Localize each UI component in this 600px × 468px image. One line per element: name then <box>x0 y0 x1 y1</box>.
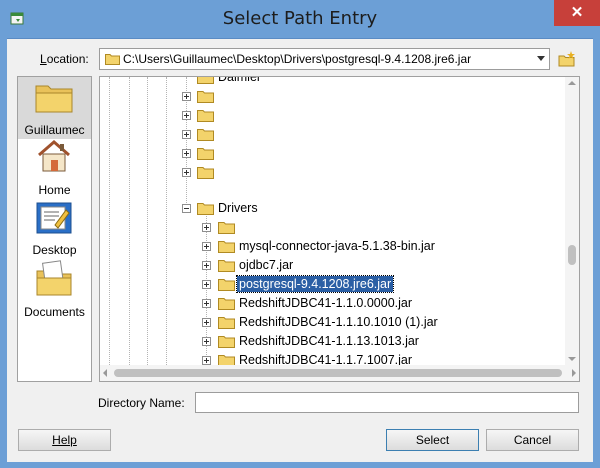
tree-row[interactable] <box>100 106 566 125</box>
folder-icon <box>35 85 73 113</box>
directory-name-label: Directory Name: <box>98 396 185 410</box>
tree-row[interactable] <box>100 125 566 144</box>
cancel-button-label: Cancel <box>513 433 552 447</box>
scroll-right-icon[interactable] <box>572 369 576 377</box>
location-value: C:\Users\Guillaumec\Desktop\Drivers\post… <box>123 52 472 66</box>
select-button[interactable]: Select <box>386 429 479 451</box>
tree-row-label: RedshiftJDBC41-1.1.10.1010 (1).jar <box>239 315 438 329</box>
tree-row-drivers[interactable]: Drivers <box>100 199 566 218</box>
folder-icon <box>197 110 214 122</box>
horizontal-scrollbar[interactable] <box>100 365 579 381</box>
folder-icon <box>218 279 235 291</box>
folder-tree[interactable]: Daimler Drivers mysql-connector-java-5.1… <box>99 76 580 382</box>
folder-icon <box>105 54 120 65</box>
home-icon <box>38 140 70 172</box>
place-label: Home <box>38 183 71 197</box>
tree-row[interactable] <box>100 163 566 182</box>
place-guillaumec[interactable]: Guillaumec <box>18 77 91 139</box>
vertical-scrollbar[interactable] <box>565 77 579 365</box>
place-label: Desktop <box>32 243 77 257</box>
folder-icon <box>218 336 235 348</box>
expand-icon[interactable] <box>202 299 211 308</box>
help-button[interactable]: Help <box>18 429 111 451</box>
folder-icon <box>218 260 235 272</box>
desktop-icon <box>36 202 72 234</box>
tree-row-label: RedshiftJDBC41-1.1.13.1013.jar <box>239 334 419 348</box>
tree-row[interactable] <box>100 144 566 163</box>
expand-icon[interactable] <box>202 337 211 346</box>
expand-icon[interactable] <box>182 92 191 101</box>
documents-icon <box>36 260 72 296</box>
folder-icon <box>197 167 214 179</box>
tree-row-label: postgresql-9.4.1208.jre6.jar <box>235 275 395 293</box>
cancel-button[interactable]: Cancel <box>486 429 579 451</box>
dropdown-arrow-icon[interactable] <box>537 56 545 61</box>
expand-icon[interactable] <box>182 111 191 120</box>
folder-icon <box>197 77 214 84</box>
folder-icon <box>197 203 214 215</box>
expand-icon[interactable] <box>182 130 191 139</box>
tree-row[interactable]: RedshiftJDBC41-1.1.10.1010 (1).jar <box>100 313 566 332</box>
expand-icon[interactable] <box>202 223 211 232</box>
tree-row[interactable]: RedshiftJDBC41-1.1.13.1013.jar <box>100 332 566 351</box>
expand-icon[interactable] <box>182 168 191 177</box>
tree-row-label: RedshiftJDBC41-1.1.0.0000.jar <box>239 296 413 310</box>
window-title: Select Path Entry <box>222 8 378 29</box>
tree-row[interactable] <box>100 218 566 237</box>
expand-icon[interactable] <box>202 261 211 270</box>
expand-icon[interactable] <box>202 280 211 289</box>
help-button-label: Help <box>52 433 77 447</box>
tree-row[interactable]: mysql-connector-java-5.1.38-bin.jar <box>100 237 566 256</box>
location-combobox[interactable]: C:\Users\Guillaumec\Desktop\Drivers\post… <box>99 48 550 70</box>
place-desktop[interactable]: Desktop <box>18 199 91 259</box>
expand-icon[interactable] <box>202 356 211 365</box>
new-folder-icon[interactable] <box>556 48 578 70</box>
tree-row-label: Drivers <box>218 201 258 215</box>
folder-icon <box>218 298 235 310</box>
tree-row-selected[interactable]: postgresql-9.4.1208.jre6.jar <box>100 275 566 294</box>
expand-icon[interactable] <box>182 149 191 158</box>
horizontal-scroll-thumb[interactable] <box>114 369 562 377</box>
folder-icon <box>197 148 214 160</box>
folder-icon <box>218 317 235 329</box>
tree-row[interactable] <box>100 87 566 106</box>
window-frame-left <box>0 38 7 468</box>
folder-icon <box>197 129 214 141</box>
directory-name-input[interactable] <box>195 392 579 413</box>
expand-icon[interactable] <box>202 318 211 327</box>
location-label: Location: <box>40 52 89 66</box>
place-documents[interactable]: Documents <box>18 259 91 321</box>
scroll-down-icon[interactable] <box>568 357 576 361</box>
scroll-up-icon[interactable] <box>568 81 576 85</box>
tree-row-label: ojdbc7.jar <box>239 258 294 272</box>
expand-icon[interactable] <box>202 242 211 251</box>
places-sidebar: Guillaumec Home Desktop Documents <box>17 76 92 382</box>
place-label: Guillaumec <box>24 123 85 137</box>
scroll-left-icon[interactable] <box>103 369 107 377</box>
select-button-label: Select <box>415 433 450 447</box>
place-home[interactable]: Home <box>18 139 91 199</box>
window-frame-right <box>593 38 600 468</box>
tree-row-label: mysql-connector-java-5.1.38-bin.jar <box>239 239 435 253</box>
collapse-icon[interactable] <box>182 204 191 213</box>
window-frame-bottom <box>0 462 600 468</box>
folder-icon <box>218 222 235 234</box>
vertical-scroll-thumb[interactable] <box>568 245 576 265</box>
place-label: Documents <box>24 305 85 319</box>
folder-icon <box>197 91 214 103</box>
close-button[interactable]: ✕ <box>554 0 600 26</box>
tree-row-partial[interactable]: Daimler <box>100 76 566 87</box>
title-bar: Select Path Entry ✕ <box>0 0 600 39</box>
tree-row[interactable]: ojdbc7.jar <box>100 256 566 275</box>
folder-icon <box>218 241 235 253</box>
tree-row[interactable]: RedshiftJDBC41-1.1.0.0000.jar <box>100 294 566 313</box>
tree-row-label: Daimler <box>218 76 262 84</box>
